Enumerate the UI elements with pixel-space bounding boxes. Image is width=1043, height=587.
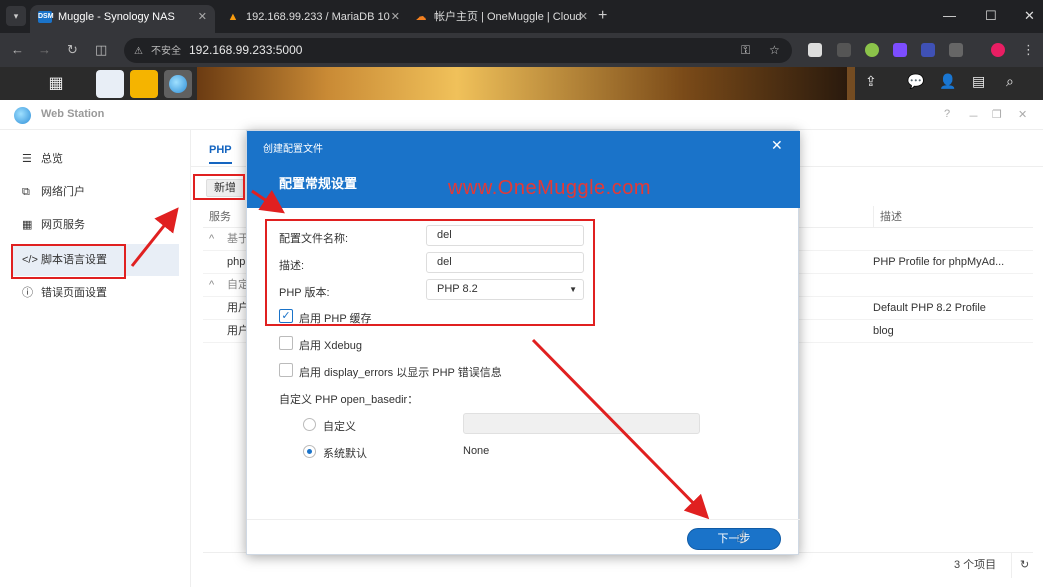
arrow-to-fields bbox=[251, 189, 285, 214]
mouse-cursor-icon: ☝ bbox=[736, 529, 746, 546]
arrow-to-add bbox=[130, 207, 179, 267]
arrow-to-next bbox=[531, 338, 710, 520]
annotation-arrows bbox=[130, 189, 710, 520]
